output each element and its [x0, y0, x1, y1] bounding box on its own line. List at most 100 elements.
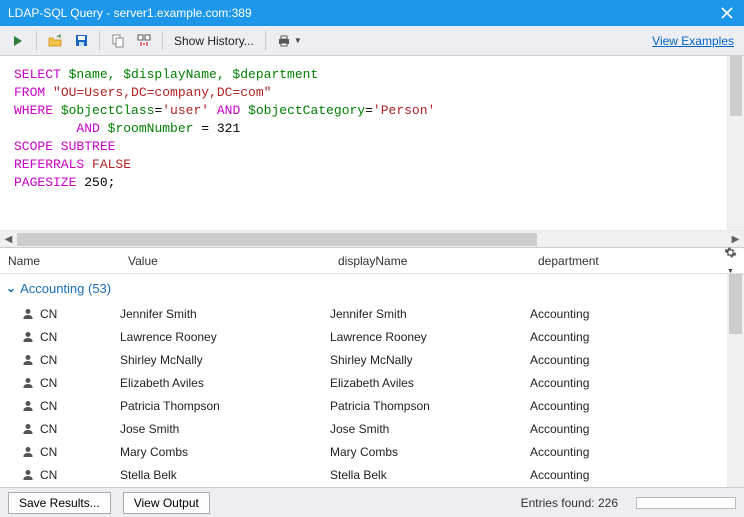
separator [99, 31, 100, 51]
person-icon [22, 400, 34, 412]
save-results-button[interactable]: Save Results... [8, 492, 111, 514]
print-icon [277, 34, 291, 48]
cell-department: Accounting [530, 445, 744, 459]
person-icon [22, 469, 34, 481]
cell-department: Accounting [530, 330, 744, 344]
print-button[interactable]: ▼ [272, 29, 307, 53]
cell-displayname: Patricia Thompson [330, 399, 530, 413]
column-settings-button[interactable]: ▼ [724, 246, 744, 276]
cell-name: CN [40, 422, 57, 436]
cell-value: Mary Combs [120, 445, 330, 459]
cell-department: Accounting [530, 399, 744, 413]
editor-horizontal-scrollbar[interactable]: ◀ ▶ [0, 230, 744, 247]
format-icon [137, 34, 151, 48]
cell-value: Patricia Thompson [120, 399, 330, 413]
progress-bar [636, 497, 736, 509]
close-button[interactable] [718, 4, 736, 22]
cell-department: Accounting [530, 353, 744, 367]
person-icon [22, 354, 34, 366]
cell-name: CN [40, 376, 57, 390]
cell-name: CN [40, 399, 57, 413]
save-icon [75, 34, 88, 47]
table-row[interactable]: CNMary CombsMary CombsAccounting [0, 440, 744, 463]
cell-displayname: Stella Belk [330, 468, 530, 482]
cell-displayname: Jose Smith [330, 422, 530, 436]
results-body: ⌄ Accounting (53) CN Jennifer SmithJennif… [0, 274, 744, 487]
footer: Save Results... View Output Entries foun… [0, 487, 744, 517]
cell-name: CN [40, 330, 57, 344]
scroll-left-arrow[interactable]: ◀ [0, 231, 17, 248]
cell-displayname: Jennifer Smith [330, 307, 530, 321]
gear-icon [724, 246, 737, 259]
folder-open-icon [48, 34, 62, 48]
results-panel: Name Value displayName department ▼ ⌄ Ac… [0, 247, 744, 487]
collapse-icon: ⌄ [6, 281, 16, 295]
window-title: LDAP-SQL Query - server1.example.com:389 [8, 6, 718, 20]
results-header: Name Value displayName department ▼ [0, 248, 744, 274]
cell-name: CN [40, 307, 57, 321]
view-output-button[interactable]: View Output [123, 492, 210, 514]
cell-department: Accounting [530, 422, 744, 436]
save-button[interactable] [69, 29, 93, 53]
separator [36, 31, 37, 51]
table-row[interactable]: CNElizabeth AvilesElizabeth AvilesAccoun… [0, 371, 744, 394]
status-text: Entries found: 226 [521, 496, 618, 510]
format-sql-button[interactable] [132, 29, 156, 53]
separator [265, 31, 266, 51]
show-history-button[interactable]: Show History... [169, 29, 259, 53]
cell-value: Elizabeth Aviles [120, 376, 330, 390]
cell-value: Shirley McNally [120, 353, 330, 367]
query-editor[interactable]: SELECT $name, $displayName, $department … [0, 56, 744, 230]
cell-value: Jennifer Smith [120, 307, 330, 321]
run-button[interactable] [6, 29, 30, 53]
table-row[interactable]: CNJose SmithJose SmithAccounting [0, 417, 744, 440]
table-row[interactable]: CNAlbert MooreAlbert MooreAccounting [0, 486, 744, 487]
column-header-displayname[interactable]: displayName [330, 254, 530, 268]
cell-displayname: Shirley McNally [330, 353, 530, 367]
table-row[interactable]: CNPatricia ThompsonPatricia ThompsonAcco… [0, 394, 744, 417]
column-header-value[interactable]: Value [120, 254, 330, 268]
column-header-department[interactable]: department [530, 254, 724, 268]
cell-displayname: Lawrence Rooney [330, 330, 530, 344]
show-history-label: Show History... [174, 34, 254, 48]
scrollbar-thumb[interactable] [17, 233, 537, 246]
scrollbar-thumb[interactable] [729, 274, 742, 334]
person-icon [22, 331, 34, 343]
separator [162, 31, 163, 51]
cell-value: Jose Smith [120, 422, 330, 436]
toolbar: Show History... ▼ View Examples [0, 26, 744, 56]
table-row[interactable]: CNStella BelkStella BelkAccounting [0, 463, 744, 486]
chevron-down-icon: ▼ [294, 36, 302, 45]
table-row[interactable]: CNJennifer SmithJennifer SmithAccounting [0, 302, 744, 325]
open-button[interactable] [43, 29, 67, 53]
cell-department: Accounting [530, 307, 744, 321]
query-editor-wrap: SELECT $name, $displayName, $department … [0, 56, 744, 230]
copy-query-button[interactable] [106, 29, 130, 53]
cell-displayname: Elizabeth Aviles [330, 376, 530, 390]
cell-name: CN [40, 445, 57, 459]
cell-department: Accounting [530, 376, 744, 390]
results-vertical-scrollbar[interactable] [727, 274, 744, 487]
titlebar: LDAP-SQL Query - server1.example.com:389 [0, 0, 744, 26]
play-icon [12, 35, 24, 47]
cell-displayname: Mary Combs [330, 445, 530, 459]
person-icon [22, 377, 34, 389]
cell-department: Accounting [530, 468, 744, 482]
scrollbar-track[interactable] [17, 231, 727, 248]
column-header-name[interactable]: Name [0, 254, 120, 268]
person-icon [22, 423, 34, 435]
copy-icon [111, 34, 125, 48]
close-icon [721, 7, 733, 19]
cell-name: CN [40, 353, 57, 367]
table-row[interactable]: CNShirley McNallyShirley McNallyAccounti… [0, 348, 744, 371]
cell-name: CN [40, 468, 57, 482]
cell-value: Stella Belk [120, 468, 330, 482]
person-icon [22, 446, 34, 458]
group-header-accounting[interactable]: ⌄ Accounting (53) [0, 274, 744, 302]
group-label: Accounting (53) [20, 281, 111, 296]
scrollbar-thumb[interactable] [730, 56, 742, 116]
view-examples-link[interactable]: View Examples [652, 34, 738, 48]
table-row[interactable]: CNLawrence RooneyLawrence RooneyAccounti… [0, 325, 744, 348]
cell-value: Lawrence Rooney [120, 330, 330, 344]
editor-vertical-scrollbar[interactable] [727, 56, 744, 230]
